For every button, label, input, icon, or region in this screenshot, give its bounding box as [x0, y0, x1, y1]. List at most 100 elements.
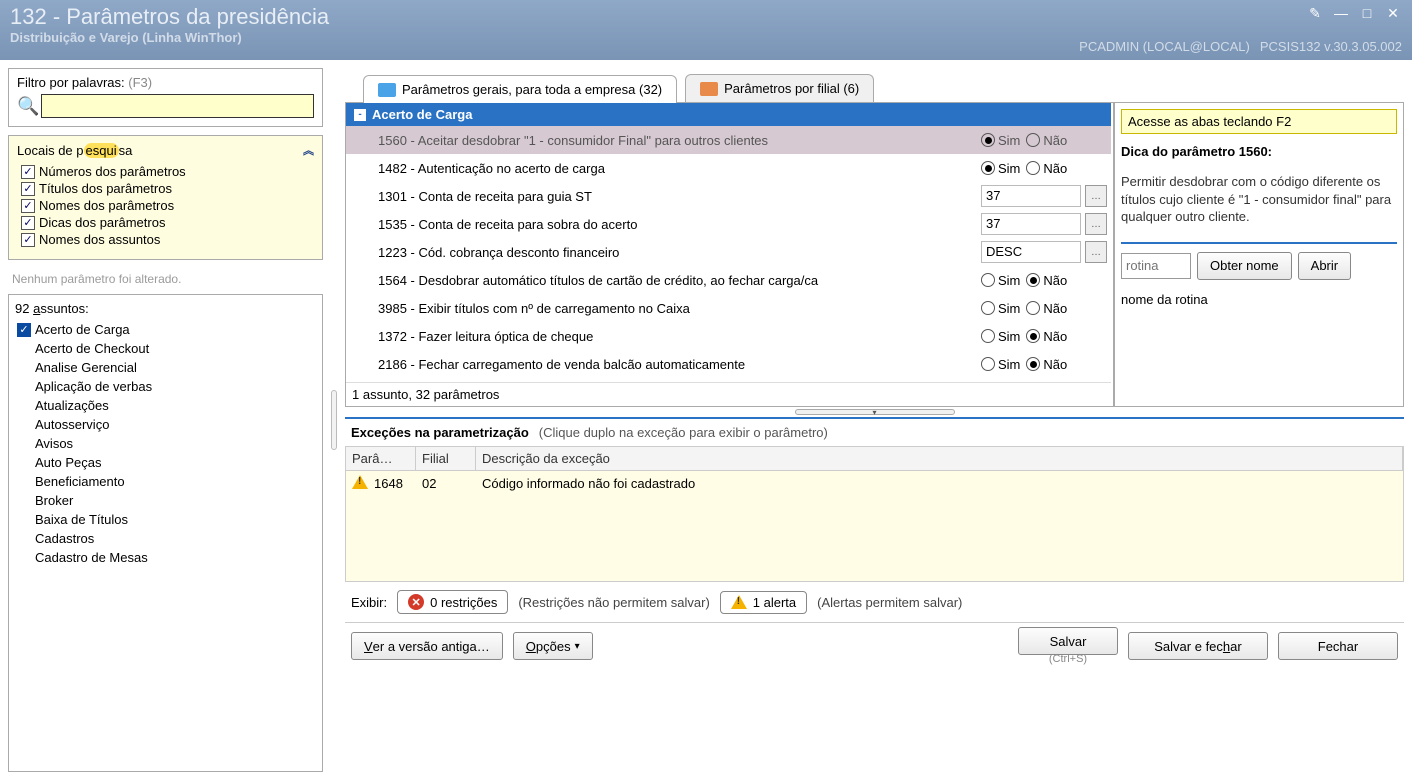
radio-no[interactable]: Não [1026, 273, 1067, 288]
subject-item[interactable]: Broker [15, 491, 316, 510]
window-minimize-icon[interactable]: — [1330, 4, 1352, 22]
lookup-button[interactable]: … [1085, 213, 1107, 235]
tab-branch[interactable]: Parâmetros por filial (6) [685, 74, 874, 102]
col-param[interactable]: Parâ… [346, 447, 416, 470]
fechar-button[interactable]: Fechar [1278, 632, 1398, 660]
exceptions-block: Exceções na parametrização (Clique duplo… [345, 417, 1404, 622]
ver-versao-antiga-button[interactable]: Ver a versão antiga… [351, 632, 503, 660]
search-location-checkbox[interactable]: ✓Nomes dos assuntos [21, 232, 314, 247]
group-header[interactable]: - Acerto de Carga [346, 103, 1111, 126]
lookup-button[interactable]: … [1085, 185, 1107, 207]
value-input[interactable]: DESC [981, 241, 1081, 263]
radio-no[interactable]: Não [1026, 357, 1067, 372]
window-maximize-icon[interactable]: □ [1356, 4, 1378, 22]
window-close-icon[interactable]: ✕ [1382, 4, 1404, 22]
col-desc[interactable]: Descrição da exceção [476, 447, 1403, 470]
collapse-icon[interactable]: ︽ [303, 142, 314, 158]
subject-label: Auto Peças [35, 455, 102, 470]
window-edit-icon[interactable]: ✎ [1304, 4, 1326, 22]
opcoes-button[interactable]: Opções▾ [513, 632, 593, 660]
folder-icon [700, 82, 718, 96]
radio-no[interactable]: Não [1026, 133, 1067, 148]
info-text: Permitir desdobrar com o código diferent… [1121, 173, 1397, 226]
subject-label: Acerto de Carga [35, 322, 130, 337]
tab-general[interactable]: Parâmetros gerais, para toda a empresa (… [363, 75, 677, 103]
radio-yes[interactable]: Sim [981, 301, 1020, 316]
subject-item[interactable]: ✓Acerto de Carga [15, 320, 316, 339]
radio-yes[interactable]: Sim [981, 329, 1020, 344]
rotina-name-label: nome da rotina [1121, 292, 1397, 307]
radio-no[interactable]: Não [1026, 161, 1067, 176]
collapse-group-icon[interactable]: - [354, 109, 366, 121]
subject-item[interactable]: Aplicação de verbas [15, 377, 316, 396]
subject-item[interactable]: Cadastro de Mesas [15, 548, 316, 567]
subject-item[interactable]: Baixa de Títulos [15, 510, 316, 529]
subject-item[interactable]: Acerto de Checkout [15, 339, 316, 358]
search-location-checkbox[interactable]: ✓Nomes dos parâmetros [21, 198, 314, 213]
filter-hint: (F3) [128, 75, 152, 90]
parameter-row[interactable]: 1564 - Desdobrar automático títulos de c… [346, 266, 1111, 294]
exceptions-title: Exceções na parametrização [351, 425, 529, 440]
checkbox-label: Títulos dos parâmetros [39, 181, 172, 196]
parameter-control: DESC… [981, 241, 1111, 263]
radio-no[interactable]: Não [1026, 329, 1067, 344]
parameter-row[interactable]: 1560 - Aceitar desdobrar "1 - consumidor… [346, 126, 1111, 154]
parameter-control: Sim Não [981, 161, 1111, 176]
filter-input[interactable] [41, 94, 314, 118]
exceptions-body[interactable]: 164802Código informado não foi cadastrad… [346, 471, 1403, 581]
error-icon: ✕ [408, 594, 424, 610]
info-banner: Acesse as abas teclando F2 [1121, 109, 1397, 134]
lookup-button[interactable]: … [1085, 241, 1107, 263]
parameter-row[interactable]: 2186 - Fechar carregamento de venda balc… [346, 350, 1111, 378]
restricoes-button[interactable]: ✕ 0 restrições [397, 590, 508, 614]
subject-item[interactable]: Auto Peças [15, 453, 316, 472]
radio-yes[interactable]: Sim [981, 161, 1020, 176]
parameter-row[interactable]: 1535 - Conta de receita para sobra do ac… [346, 210, 1111, 238]
col-filial[interactable]: Filial [416, 447, 476, 470]
search-location-checkbox[interactable]: ✓Números dos parâmetros [21, 164, 314, 179]
warning-icon [352, 475, 368, 489]
rotina-input[interactable] [1121, 253, 1191, 279]
parameter-row[interactable]: 3985 - Exibir títulos com nº de carregam… [346, 294, 1111, 322]
salvar-button[interactable]: Salvar [1018, 627, 1118, 655]
salvar-hint: (Ctrl+S) [1049, 653, 1087, 665]
subjects-list[interactable]: ✓Acerto de CargaAcerto de CheckoutAnalis… [15, 320, 316, 769]
subject-label: Broker [35, 493, 73, 508]
subject-item[interactable]: Analise Gerencial [15, 358, 316, 377]
abrir-button[interactable]: Abrir [1298, 252, 1351, 280]
parameter-row[interactable]: 1301 - Conta de receita para guia ST37… [346, 182, 1111, 210]
subject-item[interactable]: Autosserviço [15, 415, 316, 434]
subject-item[interactable]: Cadastros [15, 529, 316, 548]
checkbox-label: Nomes dos parâmetros [39, 198, 174, 213]
vertical-splitter[interactable] [329, 68, 339, 772]
radio-no[interactable]: Não [1026, 301, 1067, 316]
parameter-label: 1301 - Conta de receita para guia ST [346, 189, 981, 204]
obter-nome-button[interactable]: Obter nome [1197, 252, 1292, 280]
subject-item[interactable]: Atualizações [15, 396, 316, 415]
horizontal-splitter[interactable]: ▾ [345, 407, 1404, 417]
parameter-rows[interactable]: 1560 - Aceitar desdobrar "1 - consumidor… [346, 126, 1111, 382]
parameter-row[interactable]: 1372 - Fazer leitura óptica de chequeSim… [346, 322, 1111, 350]
chevron-down-icon: ▾ [575, 641, 580, 652]
subject-item[interactable]: Avisos [15, 434, 316, 453]
radio-yes[interactable]: Sim [981, 357, 1020, 372]
search-location-checkbox[interactable]: ✓Dicas dos parâmetros [21, 215, 314, 230]
parameter-control: 37… [981, 213, 1111, 235]
parameter-label: 1560 - Aceitar desdobrar "1 - consumidor… [346, 133, 981, 148]
parameter-row[interactable]: 1482 - Autenticação no acerto de cargaSi… [346, 154, 1111, 182]
alerta-button[interactable]: 1 alerta [720, 591, 807, 614]
checkbox-label: Nomes dos assuntos [39, 232, 160, 247]
parameter-row[interactable]: 1223 - Cód. cobrança desconto financeiro… [346, 238, 1111, 266]
radio-yes[interactable]: Sim [981, 133, 1020, 148]
value-input[interactable]: 37 [981, 185, 1081, 207]
subject-item[interactable]: Beneficiamento [15, 472, 316, 491]
radio-yes[interactable]: Sim [981, 273, 1020, 288]
parameter-grid: - Acerto de Carga 1560 - Aceitar desdobr… [346, 103, 1111, 406]
exception-row[interactable]: 164802Código informado não foi cadastrad… [346, 471, 1403, 496]
search-locations-header: Locais de pesquisa [17, 143, 132, 158]
search-location-checkbox[interactable]: ✓Títulos dos parâmetros [21, 181, 314, 196]
salvar-fechar-button[interactable]: Salvar e fechar [1128, 632, 1268, 660]
exibir-label: Exibir: [351, 595, 387, 610]
value-input[interactable]: 37 [981, 213, 1081, 235]
subjects-header: 92 assuntos: [15, 301, 316, 316]
